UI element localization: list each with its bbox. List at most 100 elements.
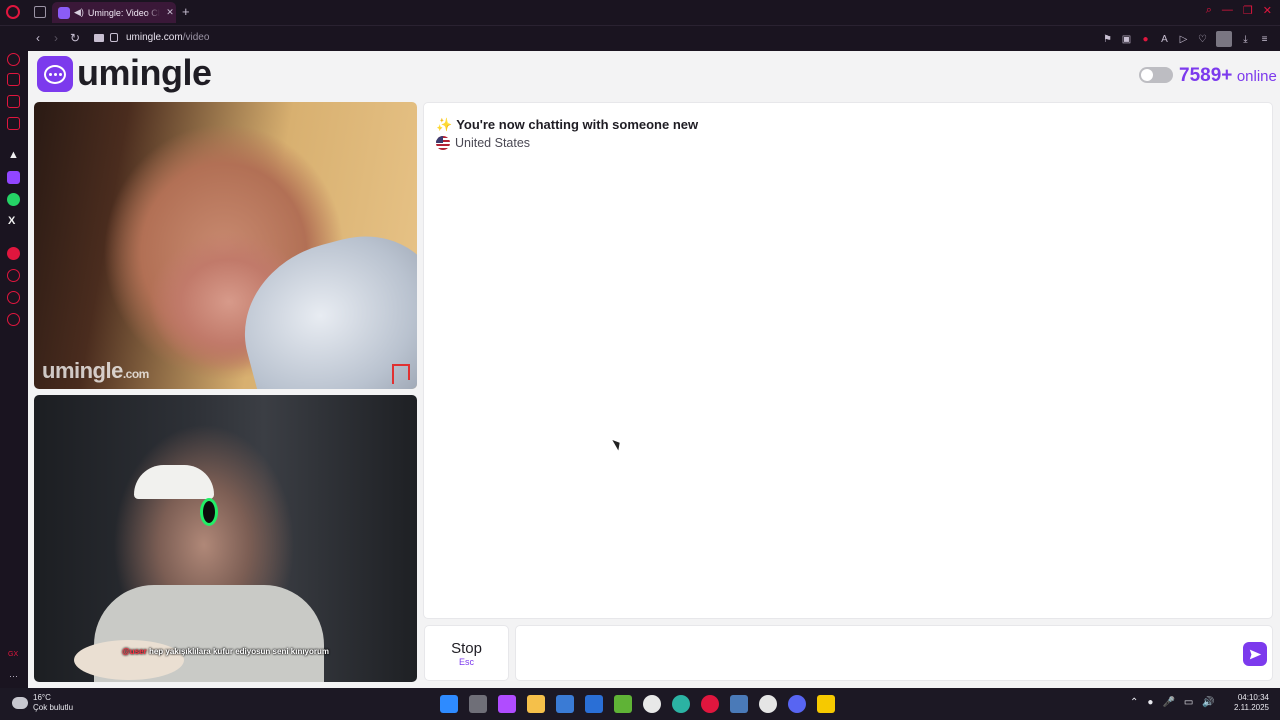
heart-icon[interactable]: ♡ bbox=[1197, 34, 1208, 45]
video-content bbox=[134, 465, 214, 499]
more-icon[interactable]: ··· bbox=[9, 671, 18, 681]
system-tray: ⌃ ● 🎤 ▭ 🔊 bbox=[1130, 697, 1215, 708]
extension-toolbar: ⚑ ▣ ● A ▷ ♡ ⤓ ≡ bbox=[1102, 31, 1270, 47]
umingle-page: umingle 7589+ online umingle.com @user h… bbox=[28, 51, 1280, 688]
network-icon[interactable]: ▭ bbox=[1184, 697, 1193, 708]
forward-arrow-icon[interactable]: › bbox=[54, 31, 58, 45]
task-view-icon[interactable] bbox=[469, 695, 487, 713]
self-video: @user hep yakışıklılara kufur ediyosun s… bbox=[34, 395, 417, 682]
online-counter: 7589+ online bbox=[1179, 65, 1277, 87]
search-tabs-icon[interactable]: ⌕ bbox=[1206, 4, 1212, 17]
taskbar-clock[interactable]: 04:10:34 2.11.2025 bbox=[1234, 693, 1269, 713]
umingle-logo-icon[interactable] bbox=[37, 56, 73, 92]
cloud-icon bbox=[12, 697, 28, 709]
player-icon[interactable]: ▷ bbox=[1178, 34, 1189, 45]
window-controls: ⌕ — ❐ ✕ bbox=[1206, 4, 1272, 17]
powertoys-icon[interactable] bbox=[817, 695, 835, 713]
stop-button[interactable]: Stop Esc bbox=[424, 625, 509, 681]
adblock-icon[interactable]: ● bbox=[1140, 34, 1151, 45]
temperature: 16°C bbox=[33, 693, 51, 702]
opera-logo-icon[interactable] bbox=[6, 5, 20, 19]
nvidia-icon[interactable] bbox=[614, 695, 632, 713]
menu-icon[interactable]: ≡ bbox=[1259, 34, 1270, 45]
browser-tab-active[interactable]: ◀) Umingle: Video Chat w ✕ bbox=[52, 2, 176, 23]
url-host: umingle.com bbox=[126, 32, 183, 43]
camera-indicator-icon[interactable] bbox=[94, 34, 104, 42]
whatsapp-icon[interactable] bbox=[7, 193, 20, 206]
ai-aria-icon[interactable] bbox=[7, 53, 20, 66]
video-content bbox=[200, 498, 218, 526]
translate-icon[interactable]: A bbox=[1159, 34, 1170, 45]
clock-time: 04:10:34 bbox=[1237, 693, 1269, 702]
browser-tab-bar: ◀) Umingle: Video Chat w ✕ + ⌕ — ❐ ✕ bbox=[0, 0, 1280, 25]
logo-text[interactable]: umingle bbox=[77, 52, 212, 94]
restore-icon[interactable]: ❐ bbox=[1243, 4, 1253, 17]
bookmark-icon[interactable]: ⚑ bbox=[1102, 34, 1113, 45]
messenger-sidebar-icon[interactable] bbox=[7, 95, 20, 108]
twitch-icon[interactable] bbox=[7, 171, 20, 184]
copilot-icon[interactable] bbox=[498, 695, 516, 713]
close-tab-icon[interactable]: ✕ bbox=[164, 7, 176, 18]
stranger-video: umingle.com bbox=[34, 102, 417, 389]
windows-start-icon[interactable] bbox=[440, 695, 458, 713]
tab-title: Umingle: Video Chat w bbox=[87, 7, 160, 18]
x-twitter-icon[interactable]: X bbox=[8, 215, 15, 227]
video-content bbox=[74, 640, 184, 680]
close-window-icon[interactable]: ✕ bbox=[1263, 4, 1272, 17]
shopping-bag-icon[interactable] bbox=[7, 73, 20, 86]
send-button[interactable] bbox=[1243, 642, 1267, 666]
video-content bbox=[225, 219, 417, 389]
volume-icon[interactable]: 🔊 bbox=[1202, 697, 1214, 708]
app-a-icon[interactable]: ▲ bbox=[8, 149, 19, 161]
speaker-icon[interactable]: ◀) bbox=[74, 7, 84, 18]
video-watermark: umingle.com bbox=[42, 358, 149, 383]
partner-country: United States bbox=[436, 136, 530, 150]
chevron-up-icon[interactable]: ⌃ bbox=[1130, 697, 1138, 708]
microphone-icon[interactable]: 🎤 bbox=[1162, 697, 1174, 708]
app-icon[interactable] bbox=[759, 695, 777, 713]
reload-icon[interactable]: ↻ bbox=[70, 31, 80, 45]
lock-icon[interactable] bbox=[110, 33, 118, 42]
us-flag-icon bbox=[436, 136, 450, 150]
music-player-icon[interactable] bbox=[7, 247, 20, 260]
message-input[interactable] bbox=[515, 625, 1273, 681]
theme-toggle[interactable] bbox=[1139, 67, 1173, 83]
tray-app-icon[interactable]: ● bbox=[1147, 697, 1153, 708]
minimize-icon[interactable]: — bbox=[1222, 4, 1233, 17]
url-path: /video bbox=[182, 32, 210, 43]
settings-icon[interactable] bbox=[7, 313, 20, 326]
chrome-icon[interactable] bbox=[643, 695, 661, 713]
store-icon[interactable] bbox=[556, 695, 574, 713]
online-count: 7589+ bbox=[1179, 65, 1233, 86]
address-bar: ‹ › ↻ umingle.com/video ⚑ ▣ ● A ▷ ♡ ⤓ ≡ bbox=[0, 25, 1280, 51]
back-arrow-icon[interactable]: ‹ bbox=[36, 31, 40, 45]
send-icon bbox=[1249, 649, 1261, 659]
discord-icon[interactable] bbox=[788, 695, 806, 713]
history-icon[interactable] bbox=[7, 269, 20, 282]
country-name: United States bbox=[455, 136, 531, 150]
new-tab-button[interactable]: + bbox=[182, 4, 190, 19]
chat-log: ✨ You're now chatting with someone new Un… bbox=[423, 102, 1273, 619]
gx-icon[interactable]: GX bbox=[8, 651, 18, 658]
report-flag-icon[interactable] bbox=[392, 364, 410, 384]
outlook-icon[interactable] bbox=[585, 695, 603, 713]
opera-gx-icon[interactable] bbox=[701, 695, 719, 713]
online-label: online bbox=[1236, 68, 1277, 85]
stop-label: Stop bbox=[451, 640, 482, 657]
clock-date: 2.11.2025 bbox=[1234, 703, 1269, 712]
profile-avatar[interactable] bbox=[1216, 31, 1232, 47]
tab-islands-icon[interactable] bbox=[34, 6, 46, 18]
video-caption: @user hep yakışıklılara kufur ediyosun s… bbox=[122, 647, 329, 656]
steam-icon[interactable] bbox=[730, 695, 748, 713]
sparkles-icon: ✨ bbox=[436, 117, 453, 132]
edge-icon[interactable] bbox=[672, 695, 690, 713]
umingle-favicon-icon bbox=[58, 6, 70, 19]
chat-sidebar-icon[interactable] bbox=[7, 291, 20, 304]
file-explorer-icon[interactable] bbox=[527, 695, 545, 713]
snapshot-icon[interactable]: ▣ bbox=[1121, 34, 1132, 45]
download-icon[interactable]: ⤓ bbox=[1240, 34, 1251, 45]
weather-condition: Çok bulutlu bbox=[33, 703, 74, 712]
m-app-icon[interactable] bbox=[7, 117, 20, 130]
weather-widget[interactable]: 16°C Çok bulutlu bbox=[12, 693, 73, 713]
url-field[interactable]: umingle.com/video bbox=[126, 32, 209, 43]
